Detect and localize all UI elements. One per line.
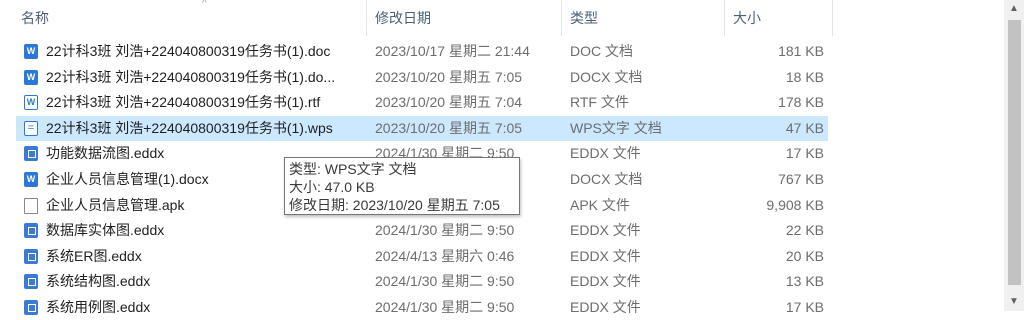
- file-type: EDDX 文件: [570, 145, 641, 162]
- file-name: 系统用例图.eddx: [46, 299, 151, 315]
- docx-icon: [24, 172, 38, 187]
- file-size: 181 KB: [778, 43, 824, 59]
- column-divider[interactable]: [832, 0, 833, 36]
- tooltip-size: 大小: 47.0 KB: [289, 179, 375, 195]
- eddx-icon: [24, 223, 38, 239]
- file-name: 22计科3班 刘浩+224040800319任务书(1).doc: [46, 43, 331, 59]
- tooltip-date: 修改日期: 2023/10/20 星期五 7:05: [289, 197, 500, 213]
- column-divider[interactable]: [366, 0, 367, 36]
- file-type: DOCX 文档: [570, 171, 643, 187]
- column-header-size[interactable]: 大小: [733, 0, 828, 36]
- file-date: 2023/10/20 星期五 7:05: [375, 119, 523, 136]
- column-header-type[interactable]: 类型: [570, 0, 720, 36]
- file-info-tooltip: 类型: WPS文字 文档 大小: 47.0 KB 修改日期: 2023/10/2…: [284, 157, 520, 215]
- file-size: 17 KB: [785, 145, 824, 162]
- file-date: 2023/10/20 星期五 7:05: [375, 68, 523, 85]
- file-row[interactable]: 22计科3班 刘浩+224040800319任务书(1).doc 2023/10/…: [16, 39, 828, 64]
- file-type: DOCX 文档: [570, 68, 643, 85]
- eddx-icon: [24, 146, 38, 162]
- column-divider[interactable]: [724, 0, 725, 36]
- file-name: 22计科3班 刘浩+224040800319任务书(1).do...: [46, 68, 336, 85]
- file-date: 2024/1/30 星期二 9:50: [375, 299, 515, 315]
- file-size: 17 KB: [785, 299, 824, 315]
- file-date: 2023/10/20 星期五 7:04: [375, 94, 523, 111]
- file-date: 2024/1/30 星期二 9:50: [375, 222, 515, 239]
- file-date: 2024/1/30 星期二 9:50: [375, 273, 515, 290]
- file-name: 数据库实体图.eddx: [46, 222, 165, 239]
- scroll-up-icon[interactable]: ▲: [1004, 0, 1024, 18]
- rtf-icon: [24, 95, 38, 111]
- file-type: EDDX 文件: [570, 299, 641, 315]
- file-name: 系统ER图.eddx: [46, 247, 142, 264]
- file-type: EDDX 文件: [570, 247, 641, 264]
- file-size: 767 KB: [778, 171, 824, 187]
- file-name: 系统结构图.eddx: [46, 273, 151, 290]
- eddx-icon: [24, 248, 38, 264]
- docx-icon: [24, 69, 38, 85]
- file-row[interactable]: 数据库实体图.eddx 2024/1/30 星期二 9:50 EDDX 文件 22 K…: [16, 218, 828, 243]
- vertical-scrollbar[interactable]: ▲ ▼: [1004, 0, 1024, 311]
- file-row[interactable]: 系统结构图.eddx 2024/1/30 星期二 9:50 EDDX 文件 13 KB: [16, 269, 828, 294]
- file-size: 20 KB: [785, 247, 824, 264]
- column-header-bar: ^ 名称 修改日期 类型 大小: [0, 0, 1004, 36]
- file-name: 22计科3班 刘浩+224040800319任务书(1).rtf: [46, 94, 321, 111]
- file-size: 178 KB: [778, 94, 824, 111]
- apk-icon: [24, 197, 38, 214]
- file-row[interactable]: 系统用例图.eddx 2024/1/30 星期二 9:50 EDDX 文件 17 KB: [16, 295, 828, 320]
- file-type: EDDX 文件: [570, 273, 641, 290]
- file-type: DOC 文档: [570, 43, 633, 59]
- file-type: WPS文字 文档: [570, 119, 662, 136]
- file-type: EDDX 文件: [570, 222, 641, 239]
- column-header-name[interactable]: 名称: [21, 0, 367, 36]
- file-date: 2023/10/17 星期二 21:44: [375, 43, 530, 59]
- doc-icon: [24, 44, 38, 59]
- eddx-icon: [24, 274, 38, 290]
- file-size: 13 KB: [785, 273, 824, 290]
- eddx-icon: [24, 300, 38, 315]
- tooltip-type: 类型: WPS文字 文档: [289, 161, 417, 177]
- file-size: 47 KB: [785, 119, 824, 136]
- scrollbar-thumb[interactable]: [1008, 20, 1021, 285]
- file-type: RTF 文件: [570, 94, 629, 111]
- file-date: 2024/4/13 星期六 0:46: [375, 247, 515, 264]
- scroll-down-icon[interactable]: ▼: [1004, 293, 1024, 311]
- file-size: 22 KB: [785, 222, 824, 239]
- file-row[interactable]: 22计科3班 刘浩+224040800319任务书(1).rtf 2023/10/…: [16, 90, 828, 115]
- column-divider[interactable]: [561, 0, 562, 36]
- file-type: APK 文件: [570, 196, 630, 213]
- file-name: 22计科3班 刘浩+224040800319任务书(1).wps: [46, 119, 333, 136]
- file-row[interactable]: 22计科3班 刘浩+224040800319任务书(1).do... 2023/1…: [16, 65, 828, 90]
- wps-icon: [24, 120, 38, 136]
- column-header-date[interactable]: 修改日期: [375, 0, 561, 36]
- file-size: 18 KB: [785, 68, 824, 85]
- file-size: 9,908 KB: [766, 196, 824, 213]
- file-row[interactable]: 22计科3班 刘浩+224040800319任务书(1).wps 2023/10/…: [16, 115, 828, 141]
- file-row[interactable]: 系统ER图.eddx 2024/4/13 星期六 0:46 EDDX 文件 20 KB: [16, 244, 828, 269]
